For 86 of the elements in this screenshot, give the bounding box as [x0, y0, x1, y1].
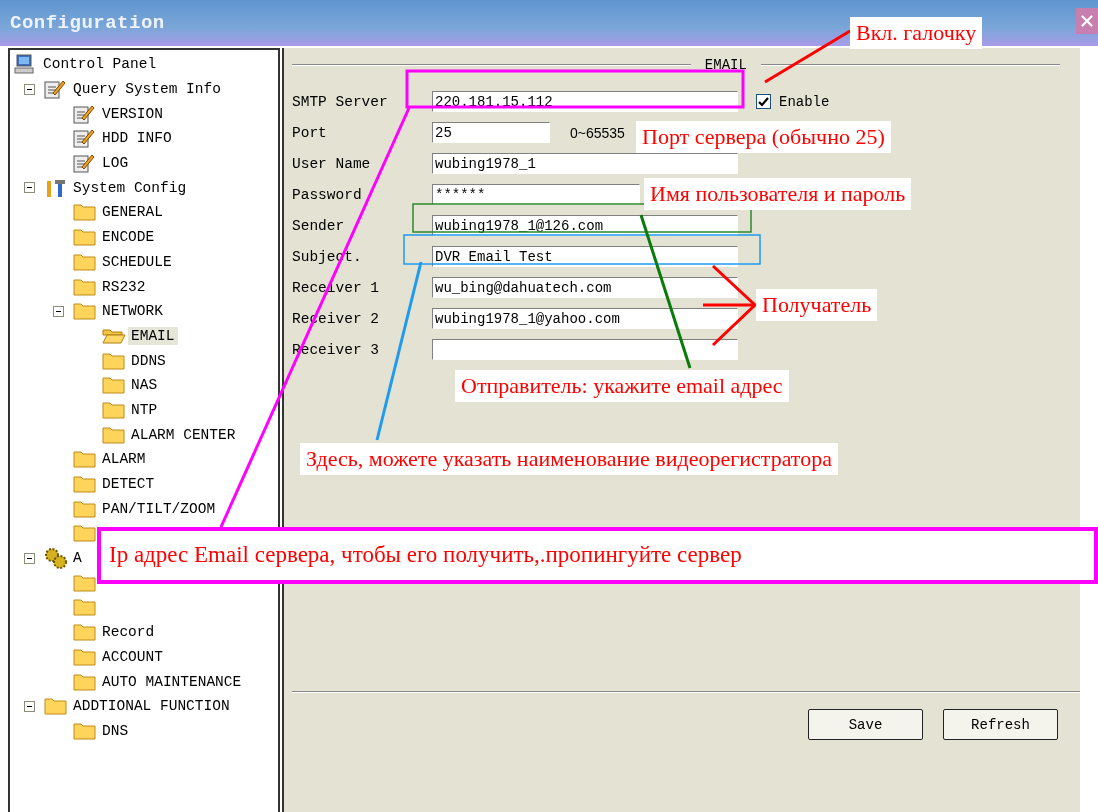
annotation-text: Вкл. галочку: [850, 17, 983, 49]
folder-icon: [73, 302, 97, 321]
folder-icon: [73, 499, 97, 518]
tree-item[interactable]: HDD INFO: [99, 129, 175, 148]
input-field[interactable]: ******: [432, 184, 640, 205]
enable-checkbox[interactable]: [756, 94, 771, 109]
collapse-icon[interactable]: [24, 700, 35, 712]
input-field[interactable]: wubing1978_1: [432, 153, 738, 174]
notepad-pencil-icon: [73, 103, 95, 124]
folder-icon: [73, 228, 97, 247]
tree-item[interactable]: PAN/TILT/ZOOM: [99, 499, 219, 518]
section-title: EMAIL: [704, 57, 747, 73]
folder-icon: [102, 400, 126, 419]
tree-item[interactable]: Query System Info: [70, 80, 224, 99]
folder-icon: [102, 425, 126, 444]
tree-item[interactable]: Record: [99, 623, 158, 642]
tree-item[interactable]: NTP: [128, 400, 161, 419]
folder-icon: [73, 721, 97, 740]
tree-item[interactable]: EMAIL: [128, 326, 178, 345]
close-button[interactable]: [1076, 8, 1098, 34]
tree-item[interactable]: NAS: [128, 376, 161, 395]
tree-item[interactable]: AUTO MAINTENANCE: [99, 672, 245, 691]
folder-icon: [73, 598, 97, 617]
annotation-text: Имя пользователя и пароль: [644, 178, 912, 210]
tree-item[interactable]: LOG: [99, 154, 132, 173]
gears-icon: [44, 547, 68, 570]
folder-icon: [73, 524, 97, 543]
folder-icon: [73, 475, 97, 494]
action-button[interactable]: Save: [808, 709, 923, 740]
computer-icon: [14, 54, 34, 75]
folder-icon: [102, 376, 126, 395]
tree-item[interactable]: RS232: [99, 277, 149, 296]
field-label: User Name: [292, 155, 372, 172]
tree-item[interactable]: ENCODE: [99, 228, 158, 247]
tree-item[interactable]: GENERAL: [99, 203, 166, 222]
notepad-pencil-icon: [44, 79, 66, 100]
notepad-pencil-icon: [73, 153, 95, 174]
folder-icon: [73, 672, 97, 691]
tree-item[interactable]: Control Panel: [40, 55, 160, 74]
annotation-text: Порт сервера (обычно 25): [636, 121, 891, 153]
folder-icon: [102, 351, 126, 370]
folder-icon: [73, 647, 97, 666]
tree-item[interactable]: DNS: [99, 721, 132, 740]
input-field[interactable]: 220.181.15.112: [432, 91, 738, 112]
field-label: SMTP Server: [292, 93, 389, 110]
tree-item[interactable]: NETWORK: [99, 302, 166, 321]
input-field[interactable]: [432, 339, 738, 360]
field-label: Port: [292, 124, 328, 141]
collapse-icon[interactable]: [53, 305, 64, 317]
tree-item[interactable]: A: [70, 549, 85, 568]
folder-icon: [73, 203, 97, 222]
annotation-text: Отправитель: укажите email адрес: [455, 370, 789, 402]
open-folder-icon: [102, 326, 126, 345]
tree-item[interactable]: ALARM: [99, 450, 149, 469]
collapse-icon[interactable]: [24, 182, 35, 194]
tools-icon: [44, 177, 66, 198]
tree-item[interactable]: ADDTIONAL FUNCTION: [70, 697, 233, 716]
annotation-text: Ip адрес Email сервера, чтобы его получить,.пропингуйте сервер: [97, 527, 1098, 584]
folder-icon: [73, 573, 97, 592]
folder-icon: [73, 252, 97, 271]
tree-item[interactable]: VERSION: [99, 104, 166, 123]
annotation-text: Получатель: [756, 289, 878, 321]
field-label: Sender: [292, 217, 346, 234]
collapse-icon[interactable]: [24, 552, 35, 564]
input-field[interactable]: wu_bing@dahuatech.com: [432, 277, 738, 298]
range-hint: 0~65535: [570, 124, 625, 141]
annotation-text: Здесь, можете указать наименование видеорегистратора: [300, 443, 838, 475]
folder-icon: [73, 450, 97, 469]
field-label: Password: [292, 186, 363, 203]
tree-item[interactable]: ALARM CENTER: [128, 425, 239, 444]
input-field[interactable]: 25: [432, 122, 550, 143]
tree-item[interactable]: SCHEDULE: [99, 252, 175, 271]
action-button[interactable]: Refresh: [943, 709, 1058, 740]
folder-icon: [73, 277, 97, 296]
checkbox-label: Enable: [779, 93, 830, 110]
folder-icon: [73, 623, 97, 642]
tree-item[interactable]: ACCOUNT: [99, 647, 166, 666]
tree-item[interactable]: DETECT: [99, 475, 158, 494]
input-field[interactable]: wubing1978_1@yahoo.com: [432, 308, 738, 329]
window-title: Configuration: [10, 12, 165, 34]
folder-icon: [44, 697, 68, 716]
tree-item[interactable]: DDNS: [128, 351, 169, 370]
tree-item[interactable]: System Config: [70, 178, 190, 197]
collapse-icon[interactable]: [24, 83, 35, 95]
notepad-pencil-icon: [73, 128, 95, 149]
close-icon: [1078, 12, 1096, 30]
